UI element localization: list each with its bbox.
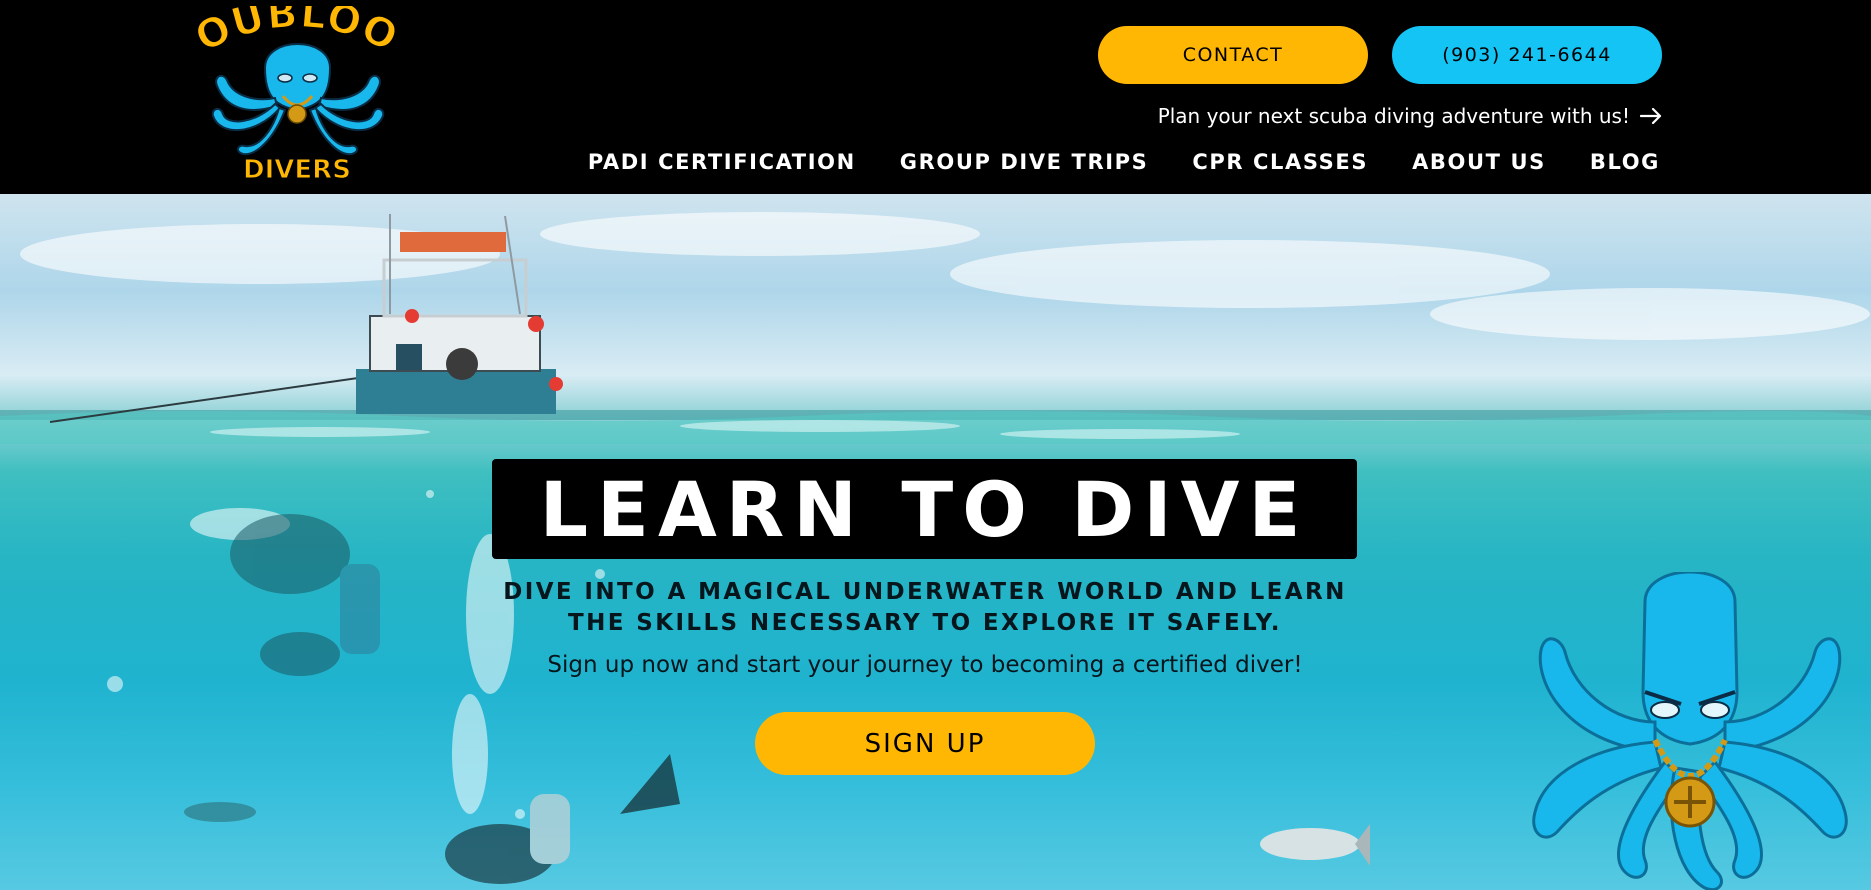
contact-button[interactable]: CONTACT [1098,26,1368,84]
arrow-right-icon[interactable] [1640,107,1662,125]
logo-bottom-text: DIVERS [243,155,351,185]
main-nav: PADI CERTIFICATION GROUP DIVE TRIPS CPR … [588,150,1660,174]
phone-button[interactable]: (903) 241-6644 [1392,26,1662,84]
octopus-mascot-icon [1532,572,1848,890]
site-header: DOUBLOON DIVERS CONTACT (903) 241-6644 P… [0,0,1871,194]
hero-tagline: Sign up now and start your journey to be… [547,652,1303,678]
nav-item-cpr-classes[interactable]: CPR CLASSES [1192,150,1368,174]
sign-up-button[interactable]: SIGN UP [755,712,1095,775]
plan-adventure-text[interactable]: Plan your next scuba diving adventure wi… [1158,104,1630,128]
nav-item-blog[interactable]: BLOG [1590,150,1660,174]
hero-title: LEARN TO DIVE [539,464,1310,554]
nav-item-about-us[interactable]: ABOUT US [1412,150,1546,174]
doubloon-divers-logo[interactable]: DOUBLOON DIVERS [185,6,410,186]
hero-section: LEARN TO DIVE DIVE INTO A MAGICAL UNDERW… [0,194,1871,890]
plan-adventure-link[interactable]: Plan your next scuba diving adventure wi… [1158,104,1662,128]
hero-subtitle: DIVE INTO A MAGICAL UNDERWATER WORLD AND… [503,579,1347,636]
nav-item-padi-certification[interactable]: PADI CERTIFICATION [588,150,856,174]
nav-item-group-dive-trips[interactable]: GROUP DIVE TRIPS [900,150,1149,174]
hero-title-box: LEARN TO DIVE [492,459,1357,559]
